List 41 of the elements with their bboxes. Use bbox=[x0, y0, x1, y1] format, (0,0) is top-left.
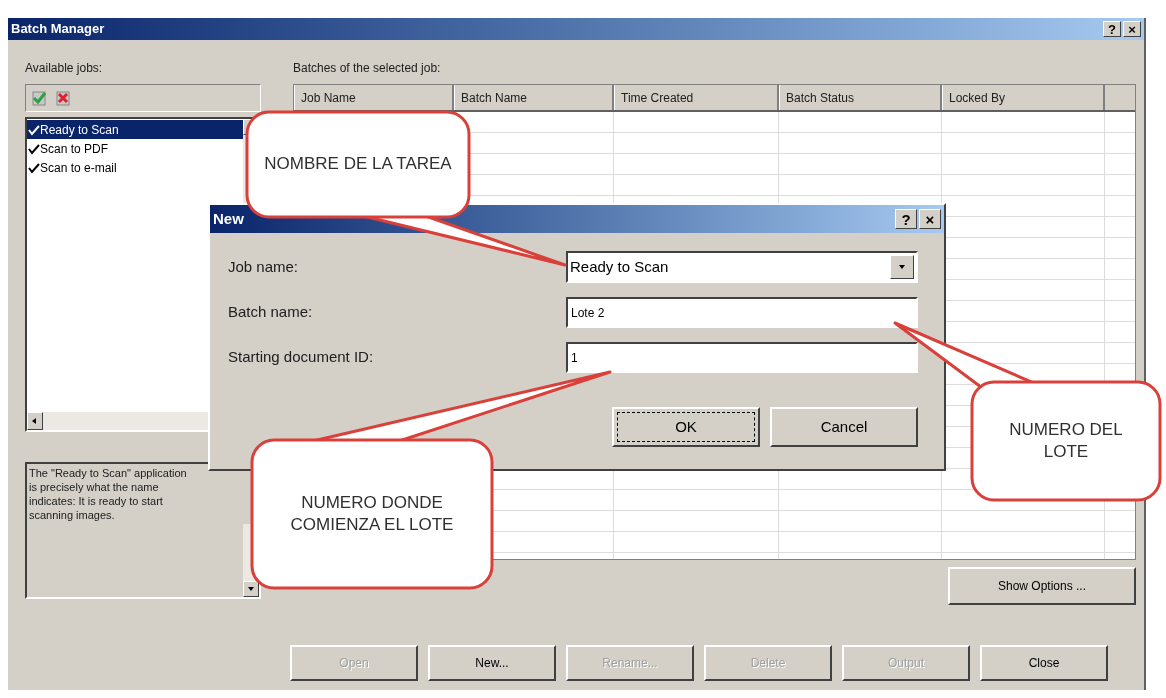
cancel-button[interactable]: Cancel bbox=[770, 407, 918, 447]
callout-text: NOMBRE DE LA TAREA bbox=[263, 153, 453, 175]
ok-button[interactable]: OK bbox=[612, 407, 760, 447]
dropdown-value: Ready to Scan bbox=[569, 256, 670, 277]
callout-text: NUMERO DONDE COMIENZA EL LOTE bbox=[289, 492, 455, 536]
show-options-button[interactable]: Show Options ... bbox=[948, 567, 1136, 605]
text-field[interactable]: 1 bbox=[566, 342, 918, 373]
help-button[interactable]: ? bbox=[1103, 21, 1121, 37]
close-button[interactable]: × bbox=[1123, 21, 1141, 37]
help-button[interactable]: ? bbox=[895, 209, 917, 229]
column-header[interactable]: Batch Name bbox=[454, 85, 614, 110]
close-button[interactable]: × bbox=[919, 209, 941, 229]
job-item[interactable]: Scan to e-mail bbox=[27, 158, 243, 177]
job-name-dropdown[interactable]: Ready to Scan bbox=[566, 251, 918, 283]
column-header[interactable]: Locked By bbox=[942, 85, 1105, 110]
job-item[interactable]: Ready to Scan bbox=[27, 120, 243, 139]
check-icon bbox=[27, 142, 40, 155]
text-field[interactable]: Lote 2 bbox=[566, 297, 918, 328]
dialog-title: New bbox=[212, 208, 244, 229]
delete-job-icon[interactable] bbox=[54, 89, 72, 107]
dropdown-button[interactable] bbox=[890, 255, 914, 279]
action-button[interactable]: New... bbox=[428, 645, 556, 681]
job-name: Scan to e-mail bbox=[40, 159, 117, 177]
check-icon bbox=[27, 161, 40, 174]
job-checkbox[interactable] bbox=[27, 142, 40, 155]
job-name: Ready to Scan bbox=[40, 121, 119, 139]
field-label: Batch name: bbox=[228, 302, 314, 323]
scroll-left-button[interactable] bbox=[27, 412, 43, 430]
window-title: Batch Manager bbox=[10, 20, 105, 39]
field-label: Starting document ID: bbox=[228, 347, 375, 368]
job-checkbox[interactable] bbox=[27, 161, 40, 174]
column-header[interactable]: Batch Status bbox=[779, 85, 942, 110]
description-text: The "Ready to Scan" application is precisely what the name indicates: It is ready to start scanning images. bbox=[28, 466, 188, 523]
batches-label: Batches of the selected job: bbox=[293, 60, 442, 76]
job-item[interactable]: Scan to PDF bbox=[27, 139, 243, 158]
callout-text: NUMERO DEL LOTE bbox=[1008, 419, 1124, 463]
job-name: Scan to PDF bbox=[40, 140, 109, 158]
column-header[interactable]: Time Created bbox=[614, 85, 779, 110]
action-button[interactable]: Close bbox=[980, 645, 1108, 681]
field-label: Job name: bbox=[228, 256, 300, 277]
available-jobs-label: Available jobs: bbox=[25, 60, 104, 76]
